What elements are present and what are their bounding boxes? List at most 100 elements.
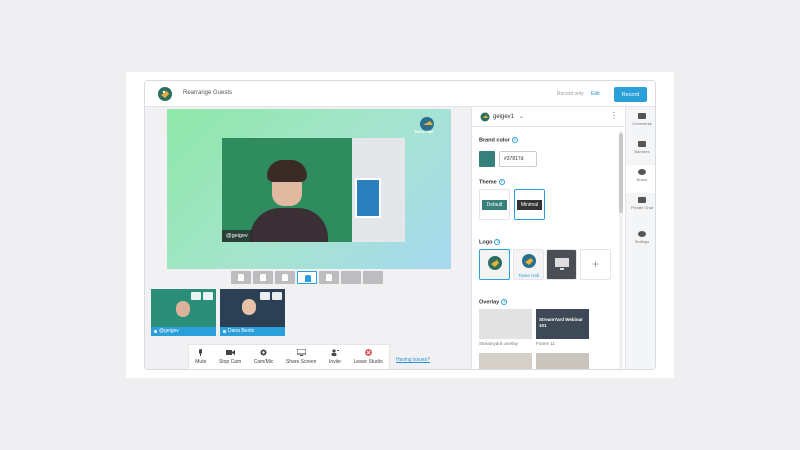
help-icon[interactable]: ? — [494, 239, 501, 245]
guest-tile[interactable]: @geigev — [151, 289, 216, 336]
layout-selected-button[interactable] — [297, 271, 317, 284]
person-icon — [238, 274, 244, 281]
twine-hall-logo-icon — [522, 254, 536, 268]
record-button[interactable]: Record — [614, 87, 647, 102]
logo-option-twine-hall[interactable]: Twine Hall — [513, 249, 544, 280]
studio-controls: Mute Stop Cam Cam/Mic Share Screen Invit… — [188, 344, 390, 369]
cam-mic-label: Cam/Mic — [253, 359, 274, 365]
invite-button[interactable]: Invite — [329, 349, 341, 365]
gear-icon — [260, 349, 267, 356]
having-issues-link[interactable]: Having issues? — [396, 357, 430, 363]
layout-group-button[interactable] — [253, 271, 273, 284]
leave-studio-label: Leave Studio — [353, 359, 383, 365]
people-icon — [282, 274, 288, 281]
overlay-option-frame[interactable]: StreamYard Webinar 101 — [536, 309, 589, 339]
layout-picker — [231, 271, 383, 285]
more-icon[interactable] — [203, 292, 213, 300]
rail-private-chat-label: Private Chat — [630, 205, 653, 210]
overlay-option-streamyard[interactable] — [479, 309, 532, 339]
layout-full-button[interactable] — [363, 271, 383, 284]
brand-color-swatch[interactable] — [479, 151, 495, 167]
rail-settings[interactable]: Settings — [626, 227, 655, 255]
brand-color-title: Brand color — [479, 137, 510, 144]
theme-title: Theme — [479, 179, 497, 186]
overlay-caption: Frame 11 — [536, 341, 555, 346]
brand-avatar-icon — [480, 112, 490, 122]
cam-mic-button[interactable]: Cam/Mic — [253, 349, 274, 365]
add-person-icon — [331, 349, 340, 356]
rail-comments[interactable]: Comments — [626, 109, 655, 137]
layout-group-3-button[interactable] — [275, 271, 295, 284]
help-icon[interactable]: ? — [498, 179, 505, 185]
microphone-icon — [199, 349, 203, 356]
brand-panel-header: geigev1 ⌄ ⋮ — [472, 107, 626, 127]
page-title: Rearrange Guests — [183, 90, 233, 96]
layout-split-button[interactable] — [341, 271, 361, 284]
share-screen-label: Share Screen — [285, 359, 317, 365]
overlay-option[interactable] — [536, 353, 589, 369]
share-screen-button[interactable]: Share Screen — [285, 349, 317, 365]
guest-name: @geigev — [151, 327, 216, 336]
guest-avatar — [176, 301, 190, 317]
layout-solo-button[interactable] — [231, 271, 251, 284]
people-icon — [305, 275, 311, 282]
studio-window: Rearrange Guests Record only Edit Record… — [144, 80, 656, 370]
mic-icon[interactable] — [191, 292, 201, 300]
help-icon[interactable]: ? — [511, 137, 518, 143]
monitor-icon — [296, 349, 306, 356]
top-bar: Rearrange Guests Record only Edit Record — [145, 81, 655, 107]
chevron-down-icon[interactable]: ⌄ — [519, 113, 524, 120]
rail-settings-label: Settings — [634, 239, 650, 244]
stop-cam-button[interactable]: Stop Cam — [219, 349, 241, 365]
palette-icon — [638, 169, 646, 175]
duck-logo-icon — [488, 256, 502, 270]
guest-tile[interactable]: Dana Bentz — [220, 289, 285, 336]
rail-private-chat[interactable]: Private Chat — [626, 193, 655, 223]
add-logo-button[interactable]: + — [580, 249, 611, 280]
mute-button[interactable]: Mute — [195, 349, 206, 365]
rail-banners[interactable]: Banners — [626, 137, 655, 165]
theme-minimal-label: Minimal — [517, 200, 542, 210]
help-icon[interactable]: ? — [501, 299, 508, 305]
logo-section: Logo? — [479, 239, 501, 245]
panel-scrollbar[interactable] — [619, 131, 623, 369]
theme-section: Theme? — [479, 179, 505, 185]
rail-comments-label: Comments — [632, 121, 652, 126]
monitor-icon — [555, 258, 569, 270]
camera-name-label: @geigev — [222, 230, 252, 242]
guest-name: Dana Bentz — [220, 327, 285, 336]
logo-caption: Twine Hall — [518, 273, 539, 278]
people-icon — [260, 274, 266, 281]
overlay-title: Overlay — [479, 299, 500, 306]
overlay-option[interactable] — [479, 353, 532, 369]
leave-studio-button[interactable]: Leave Studio — [353, 349, 383, 365]
mute-label: Mute — [195, 359, 207, 365]
person-icon — [326, 274, 332, 281]
presenter-hair — [267, 160, 307, 182]
logo-option-screen[interactable] — [546, 249, 577, 280]
mic-icon[interactable] — [260, 292, 270, 300]
edit-link[interactable]: Edit — [591, 91, 600, 97]
stop-cam-label: Stop Cam — [218, 359, 242, 365]
brand-color-input[interactable]: #37817d — [499, 151, 537, 167]
invite-label: Invite — [328, 359, 341, 365]
main-camera-feed[interactable]: @geigev — [222, 138, 405, 242]
layout-side-button[interactable] — [319, 271, 339, 284]
rail-banners-label: Banners — [634, 149, 650, 154]
overlay-section: Overlay? — [479, 299, 508, 306]
duck-logo-icon — [158, 87, 172, 101]
more-icon[interactable] — [272, 292, 282, 300]
more-options-icon[interactable]: ⋮ — [610, 111, 618, 120]
logo-option-duck[interactable] — [479, 249, 510, 280]
theme-minimal-option[interactable]: Minimal — [514, 189, 545, 220]
rail-brand[interactable]: Brand — [626, 165, 655, 193]
theme-default-option[interactable]: Default — [479, 189, 510, 220]
overlay-frame-text: StreamYard Webinar 101 — [539, 317, 583, 328]
brand-panel: geigev1 ⌄ ⋮ Brand color? #37817d Theme? … — [471, 107, 626, 369]
record-only-label: Record only — [557, 91, 584, 97]
scrollbar-thumb[interactable] — [619, 133, 623, 213]
theme-default-label: Default — [482, 200, 507, 210]
guest-avatar — [242, 299, 256, 315]
brand-color-section: Brand color? — [479, 137, 518, 143]
brand-name[interactable]: geigev1 — [493, 114, 514, 120]
